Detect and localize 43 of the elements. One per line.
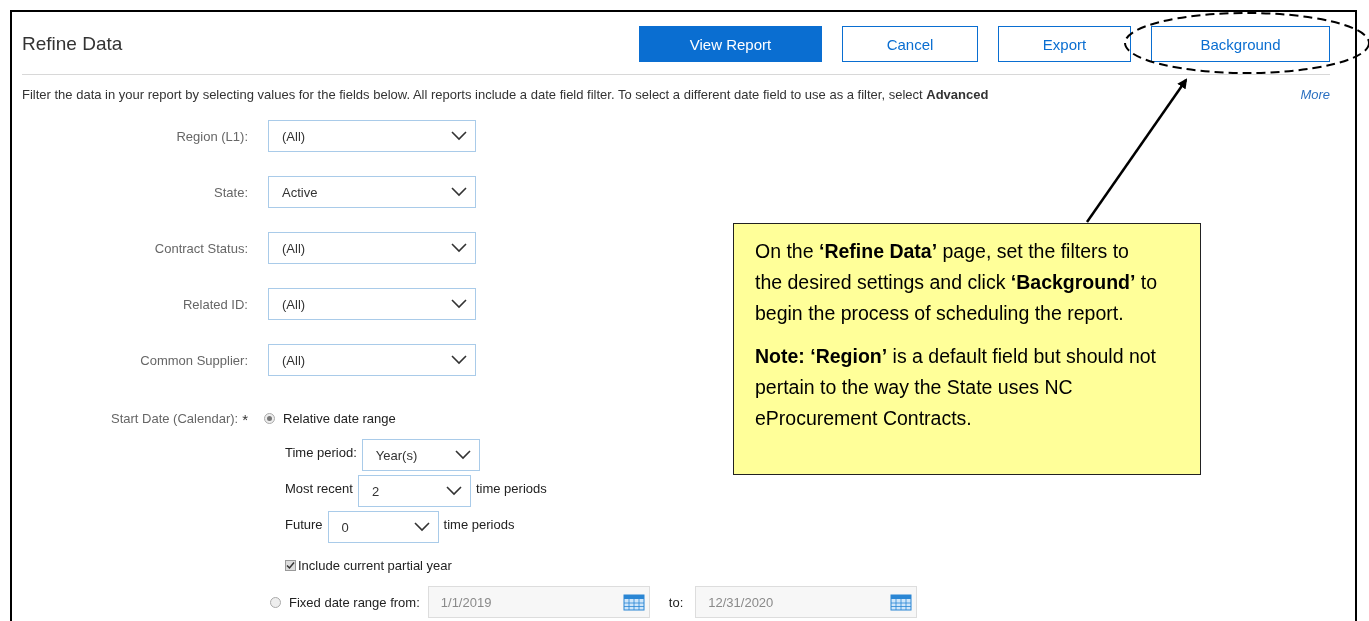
callout-text: On the ‘Refine Data’ page, set the filters to the desired settings and click ‘Background’ to begin the process of scheduling the report. <box>755 239 1159 326</box>
field-label: State: <box>213 184 248 200</box>
count-dropdown[interactable]: 2 <box>357 475 471 507</box>
radio-label: Fixed date range from: <box>289 594 420 610</box>
action-button[interactable]: Background <box>1151 26 1330 62</box>
chevron-down-icon <box>454 450 471 460</box>
action-button[interactable]: Export <box>998 26 1131 62</box>
suffix-label: time periods <box>475 480 547 496</box>
action-button[interactable]: Cancel <box>842 26 978 62</box>
count-dropdown[interactable]: 0 <box>327 511 439 543</box>
chevron-down-icon <box>451 131 467 141</box>
chevron-down-icon <box>451 355 467 365</box>
chevron-down-icon <box>445 486 462 496</box>
checkbox-label: Include current partial year <box>298 558 452 573</box>
radio-button[interactable] <box>264 413 275 424</box>
field-label: Region (L1): <box>175 128 248 144</box>
filter-dropdown[interactable]: Active <box>268 176 476 208</box>
field-label: Common Supplier: <box>139 352 248 368</box>
period-dropdown[interactable]: Year(s) <box>361 439 480 471</box>
chevron-down-icon <box>451 187 467 197</box>
suffix-label: time periods <box>443 516 515 532</box>
filter-dropdown[interactable]: (All) <box>268 344 476 376</box>
primary-button[interactable]: View Report <box>639 26 822 62</box>
description-text: Filter the data in your report by selecting values for the fields below. All reports include a date field filter. To select a different date field to use as a filter, select Advanced <box>22 87 989 102</box>
field-label: Related ID: <box>181 296 248 312</box>
chevron-down-icon <box>451 299 467 309</box>
field-label: Time period: <box>285 444 357 460</box>
filter-dropdown[interactable]: (All) <box>268 232 476 264</box>
chevron-down-icon <box>451 243 467 253</box>
more-link[interactable]: More <box>1300 87 1330 102</box>
field-label: Start Date (Calendar): <box>111 411 239 428</box>
checkbox[interactable] <box>285 560 296 571</box>
filter-dropdown[interactable]: (All) <box>268 288 476 320</box>
field-label: Future <box>285 516 323 532</box>
callout-text: Note: ‘Region’ is a default field but should not pertain to the way the State uses NC eProcurement Contracts. <box>755 344 1158 431</box>
field-label: to: <box>668 594 684 610</box>
field-label: Most recent <box>285 480 353 496</box>
radio-label: Relative date range <box>283 411 396 426</box>
chevron-down-icon <box>413 522 430 532</box>
page-title: Refine Data <box>22 32 124 55</box>
field-label: Contract Status: <box>153 240 248 256</box>
required-mark: * <box>242 411 248 430</box>
filter-dropdown[interactable]: (All) <box>268 120 476 152</box>
